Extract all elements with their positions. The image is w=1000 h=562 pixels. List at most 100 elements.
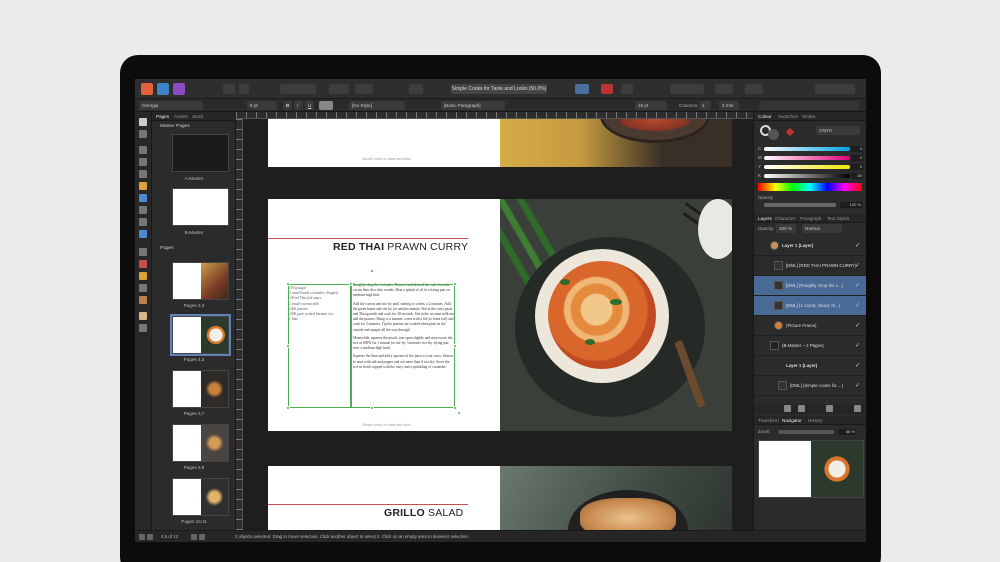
text-wrap-button[interactable]	[621, 84, 633, 94]
first-page-icon[interactable]	[139, 534, 145, 540]
magenta-value[interactable]: 0	[851, 155, 863, 161]
designer-persona-icon[interactable]	[157, 83, 169, 95]
group-icon[interactable]	[826, 405, 833, 412]
italic-button[interactable]: I	[294, 101, 303, 110]
trash-icon[interactable]	[854, 405, 861, 412]
selection-handle[interactable]	[286, 406, 290, 410]
yellow-value[interactable]: 0	[851, 164, 863, 170]
arrange-group[interactable]	[715, 84, 733, 94]
cyan-value[interactable]: 0	[851, 146, 863, 152]
tab-paragraph[interactable]: Paragraph	[800, 215, 821, 222]
opacity-value[interactable]: 100 %	[840, 202, 862, 208]
settings-button[interactable]	[223, 84, 235, 94]
spread-thumb-2-3[interactable]	[172, 262, 229, 300]
node-tool-icon[interactable]	[139, 130, 147, 138]
text-frame-options[interactable]	[759, 101, 859, 110]
eyedropper-icon[interactable]	[785, 127, 795, 137]
character-style-select[interactable]: [No Style]	[349, 101, 405, 110]
layer-row-selected[interactable]: [DML] (Roughly chop the c...) ✓	[754, 276, 866, 296]
selection-handle[interactable]	[453, 406, 457, 410]
image-tool-icon[interactable]	[139, 230, 147, 238]
tab-pages[interactable]: Pages	[156, 113, 169, 120]
rotation-handle[interactable]	[370, 269, 374, 273]
selection-handle[interactable]	[349, 282, 353, 286]
snapping-button[interactable]	[239, 84, 249, 94]
pages-header[interactable]: Pages	[152, 244, 236, 253]
fill-color-well[interactable]	[768, 129, 779, 140]
blend-mode-select[interactable]: Normal	[802, 224, 842, 233]
preview-toggle[interactable]	[329, 84, 349, 94]
page-left-bottom[interactable]: GRILLO SALAD	[268, 466, 500, 530]
color-model-select[interactable]: CMYK	[816, 126, 860, 135]
horizontal-ruler[interactable]	[236, 112, 753, 119]
tab-text-styles[interactable]: Text Styles	[827, 215, 849, 222]
opacity-slider[interactable]	[764, 203, 836, 207]
selection-handle[interactable]	[370, 406, 374, 410]
rectangle-tool-icon[interactable]	[139, 194, 147, 202]
page-indicator[interactable]: 4,5 of 12	[161, 531, 178, 542]
gutter-input[interactable]: 2 mm	[719, 101, 739, 110]
photo-salad[interactable]	[500, 466, 732, 530]
font-size-select[interactable]: 9 pt	[247, 101, 277, 110]
black-slider[interactable]	[764, 174, 850, 178]
fx-icon[interactable]	[798, 405, 805, 412]
zoom-value[interactable]: 66 %	[838, 429, 856, 435]
selection-handle[interactable]	[453, 282, 457, 286]
layer-row-selected[interactable]: [DML] (1 carrot, sliced, th...) ✓	[754, 296, 866, 316]
tab-colour[interactable]: Colour	[758, 113, 772, 120]
master-thumb-a[interactable]	[172, 134, 229, 172]
paragraph-style-select[interactable]: [Basic Paragraph]	[441, 101, 505, 110]
navigator-preview[interactable]	[758, 440, 864, 498]
hand-tool-icon[interactable]	[139, 312, 147, 320]
tab-history[interactable]: History	[808, 417, 822, 424]
leading-select[interactable]: 16 pt	[635, 101, 667, 110]
tab-stroke[interactable]: Stroke	[802, 113, 815, 120]
view-mode-group[interactable]	[280, 84, 316, 94]
ellipse-tool-icon[interactable]	[139, 206, 147, 214]
last-page-icon[interactable]	[199, 534, 205, 540]
transform-group[interactable]	[745, 84, 763, 94]
spread-thumb-6-7[interactable]	[172, 370, 229, 408]
layer-row[interactable]: Layer 1 (Layer) ✓	[754, 356, 866, 376]
cyan-slider[interactable]	[764, 147, 850, 151]
pen-tool-icon[interactable]	[139, 182, 147, 190]
tab-assets[interactable]: Assets	[174, 113, 188, 120]
publisher-persona-icon[interactable]	[141, 83, 153, 95]
master-pages-header[interactable]: Master Pages	[152, 122, 236, 131]
selection-handle[interactable]	[453, 344, 457, 348]
magenta-slider[interactable]	[764, 156, 850, 160]
brush-tool-icon[interactable]	[139, 296, 147, 304]
arrange-button[interactable]	[355, 84, 373, 94]
document-canvas[interactable]: Simple cooks for taste and looks RED THA…	[243, 119, 753, 530]
layer-row[interactable]: (B-Master – 2 Pages) ✓	[754, 336, 866, 356]
transparency-tool-icon[interactable]	[139, 272, 147, 280]
spread-thumb-10-11[interactable]	[172, 478, 229, 516]
vertical-ruler[interactable]	[236, 119, 243, 530]
shape-tool-icon[interactable]	[139, 218, 147, 226]
picture-frame-tool-icon[interactable]	[139, 146, 147, 154]
layer-opacity-input[interactable]: 100 %	[776, 224, 796, 233]
black-value[interactable]: 80	[851, 173, 863, 179]
selection-handle[interactable]	[286, 344, 290, 348]
underline-button[interactable]: U	[305, 101, 314, 110]
next-page-icon[interactable]	[191, 534, 197, 540]
selection-handle[interactable]	[457, 411, 461, 415]
tab-stock[interactable]: Stock	[192, 113, 204, 120]
zoom-slider[interactable]	[778, 430, 834, 434]
layer-row[interactable]: [DML] (RED THAI PRAWN CURRY) ✓	[754, 256, 866, 276]
table-tool-icon[interactable]	[139, 158, 147, 166]
alignment-group[interactable]	[670, 84, 704, 94]
crop-tool-icon[interactable]	[139, 248, 147, 256]
add-layer-icon[interactable]	[784, 405, 791, 412]
frame-text-button[interactable]	[575, 84, 589, 94]
boolean-ops-group[interactable]	[815, 84, 855, 94]
color-spectrum[interactable]	[758, 183, 862, 191]
yellow-slider[interactable]	[764, 165, 850, 169]
tab-character[interactable]: Character	[775, 215, 795, 222]
tab-navigator[interactable]: Navigator	[782, 417, 802, 424]
font-family-select[interactable]: Georgia	[139, 101, 203, 110]
layer-row[interactable]: Layer 1 (Layer) ✓	[754, 236, 866, 256]
bold-button[interactable]: B	[283, 101, 292, 110]
layer-row[interactable]: (Picture Frame) ✓	[754, 316, 866, 336]
master-thumb-b[interactable]	[172, 188, 229, 226]
